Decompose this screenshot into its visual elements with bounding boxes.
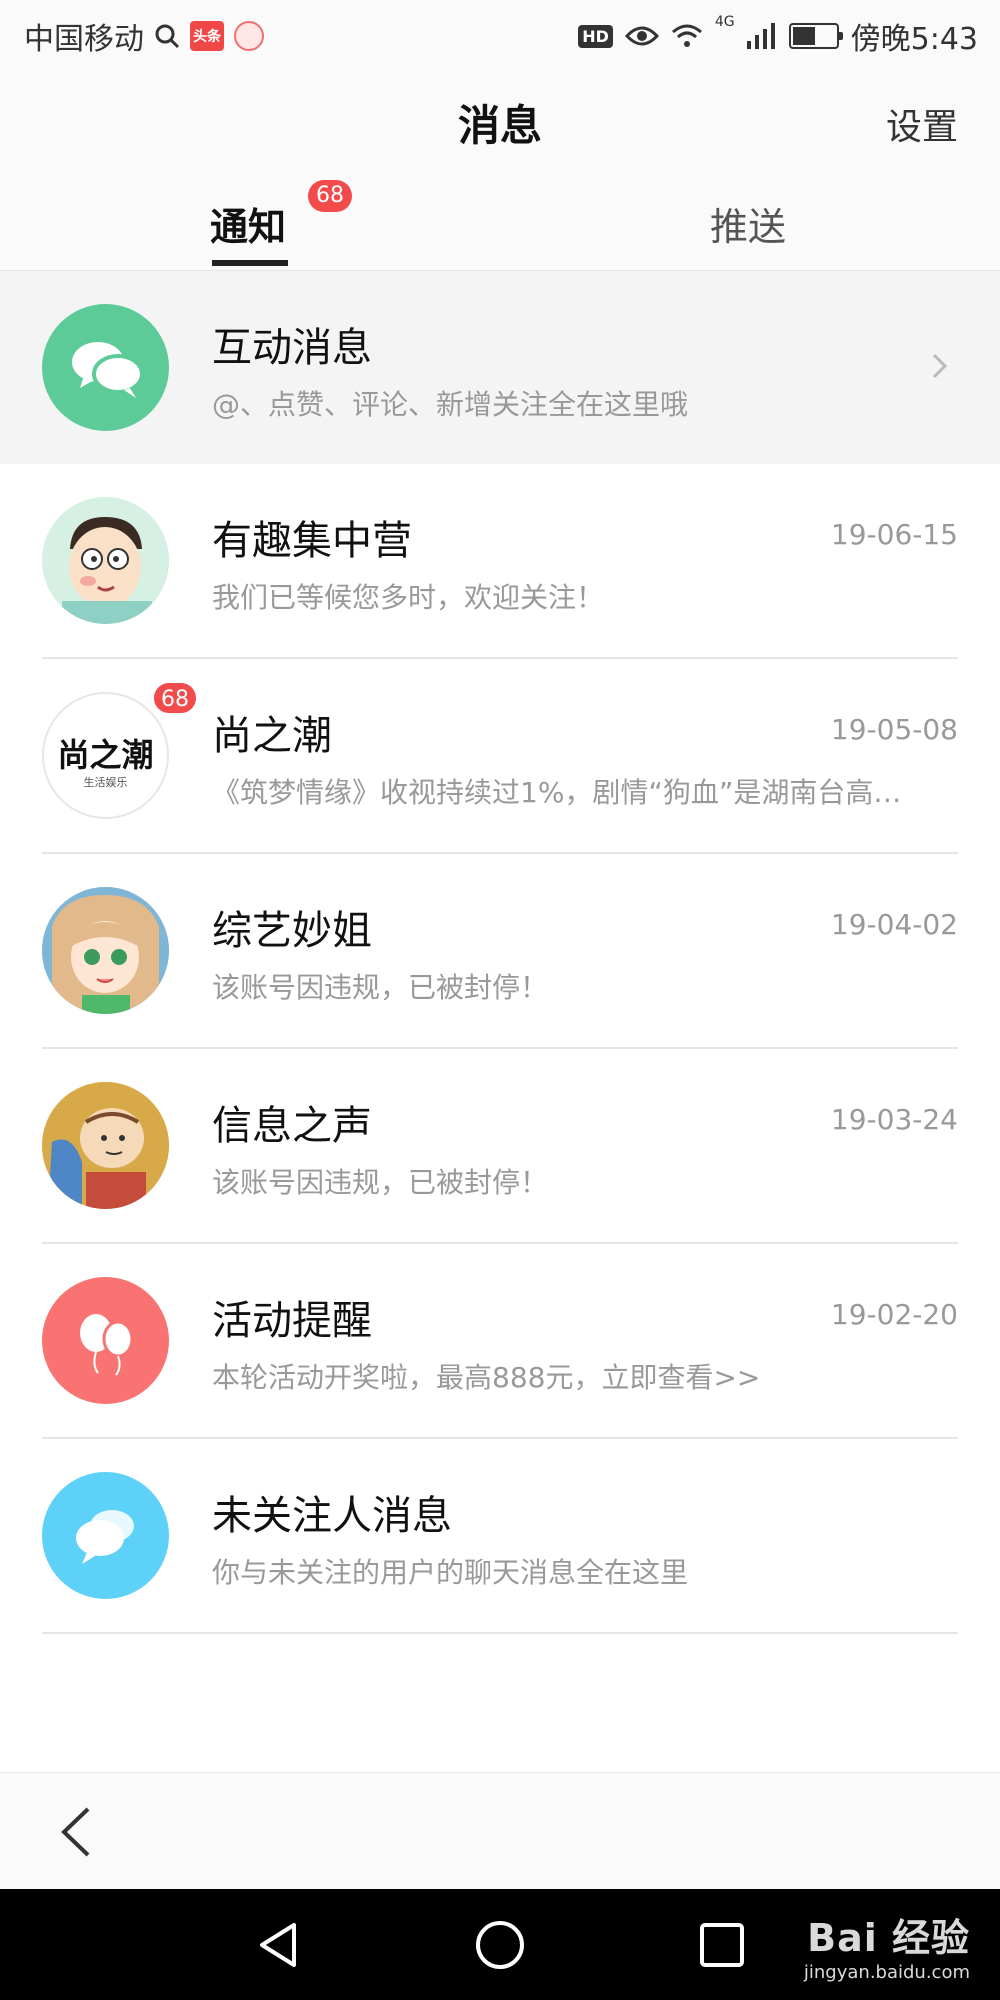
logo-avatar: 尚之潮 生活娱乐 xyxy=(42,692,169,819)
toutiao-app-icon: 头条 xyxy=(190,21,224,51)
list-item-name: 未关注人消息 xyxy=(212,1493,452,1539)
list-item-name: 有趣集中营 xyxy=(212,518,412,564)
carrier-name: 中国移动 xyxy=(24,22,144,57)
list-item-date: 19-04-02 xyxy=(830,908,958,941)
network-type: 4G xyxy=(714,14,735,30)
clock: 傍晚5:43 xyxy=(850,22,978,57)
active-tab-indicator xyxy=(212,260,288,266)
list-item-preview: 《筑梦情缘》收视持续过1%，剧情“狗血”是湖南台高… xyxy=(212,776,902,809)
page-title: 消息 xyxy=(457,101,542,150)
list-item-message[interactable]: 尚之潮 生活娱乐 68 尚之潮 《筑梦情缘》收视持续过1%，剧情“狗血”是湖南台… xyxy=(0,659,1000,854)
message-list: 互动消息 @、点赞、评论、新增关注全在这里哦 有趣集中营 我们已等候您多时，欢迎… xyxy=(0,271,1000,1634)
list-item-name: 活动提醒 xyxy=(212,1298,372,1344)
settings-button[interactable]: 设置 xyxy=(886,98,958,150)
logo-text: 尚之潮 xyxy=(57,736,154,774)
tab-bar: 通知 68 推送 xyxy=(0,170,1000,271)
baidu-jingyan-watermark: Bai 经验 jingyan.baidu.com xyxy=(804,1907,970,1983)
hd-icon: HD xyxy=(578,24,613,48)
cartoon-avatar xyxy=(42,497,169,624)
anime-girl-avatar xyxy=(42,887,169,1014)
list-item-date: 19-02-20 xyxy=(830,1298,958,1331)
chat-bubbles-icon xyxy=(42,304,169,431)
system-nav-bar: Bai 经验 jingyan.baidu.com xyxy=(0,1889,1000,2000)
tab-notifications[interactable]: 通知 xyxy=(210,196,286,251)
location-app-icon xyxy=(234,21,264,51)
list-item-date: 19-05-08 xyxy=(830,713,958,746)
list-item-name: 信息之声 xyxy=(212,1103,372,1149)
list-item-interactions[interactable]: 互动消息 @、点赞、评论、新增关注全在这里哦 xyxy=(0,271,1000,464)
list-item-message[interactable]: 信息之声 该账号因违规，已被封停！ 19-03-24 xyxy=(0,1049,1000,1244)
battery-icon xyxy=(788,23,843,49)
logo-subtext: 生活娱乐 xyxy=(83,776,128,789)
status-right: HD 4G 傍晚5:43 xyxy=(578,14,978,58)
wifi-icon xyxy=(671,24,702,47)
list-item-preview: 我们已等候您多时，欢迎关注！ xyxy=(212,581,605,614)
search-icon xyxy=(155,24,180,49)
list-item-preview: 该账号因违规，已被封停！ xyxy=(212,971,549,1004)
list-item-preview: 你与未关注的用户的聊天消息全在这里 xyxy=(212,1556,689,1589)
list-item-activity[interactable]: 活动提醒 本轮活动开奖啦，最高888元，立即查看>> 19-02-20 xyxy=(0,1244,1000,1439)
list-item-preview: 该账号因违规，已被封停！ xyxy=(212,1166,549,1199)
list-item-preview: 本轮活动开奖啦，最高888元，立即查看>> xyxy=(212,1361,761,1394)
list-item-name: 综艺妙姐 xyxy=(212,908,372,954)
nav-home-icon[interactable] xyxy=(472,1917,528,1973)
status-left: 中国移动 头条 xyxy=(24,14,264,58)
list-item-date: 19-06-15 xyxy=(830,518,958,551)
balloons-icon xyxy=(42,1277,169,1404)
list-item-name: 尚之潮 xyxy=(212,713,332,759)
back-arrow-icon[interactable] xyxy=(56,1805,96,1859)
eye-icon xyxy=(624,26,659,46)
list-item-preview: @、点赞、评论、新增关注全在这里哦 xyxy=(212,388,689,421)
app-header: 消息 设置 xyxy=(0,70,1000,170)
nav-recents-icon[interactable] xyxy=(694,1917,750,1973)
list-item-name: 互动消息 xyxy=(212,325,372,371)
tab-push[interactable]: 推送 xyxy=(710,196,786,251)
chat-bubble-icon xyxy=(42,1472,169,1599)
list-item-date: 19-03-24 xyxy=(830,1103,958,1136)
tab-unread-badge: 68 xyxy=(308,180,352,212)
unread-badge: 68 xyxy=(152,681,198,715)
cartoon-boy-avatar xyxy=(42,1082,169,1209)
signal-icon xyxy=(746,23,775,49)
divider xyxy=(42,1632,958,1634)
status-bar: 中国移动 头条 HD 4G 傍晚5:43 xyxy=(0,0,1000,70)
list-item-unfollowed[interactable]: 未关注人消息 你与未关注的用户的聊天消息全在这里 xyxy=(0,1439,1000,1634)
chevron-right-icon xyxy=(932,353,948,379)
watermark-main: Bai 经验 xyxy=(807,1916,970,1960)
list-item-message[interactable]: 综艺妙姐 该账号因违规，已被封停！ 19-04-02 xyxy=(0,854,1000,1049)
watermark-url: jingyan.baidu.com xyxy=(803,1962,970,1983)
nav-back-icon[interactable] xyxy=(250,1917,306,1973)
list-item-message[interactable]: 有趣集中营 我们已等候您多时，欢迎关注！ 19-06-15 xyxy=(0,464,1000,659)
bottom-bar xyxy=(0,1772,1000,1890)
